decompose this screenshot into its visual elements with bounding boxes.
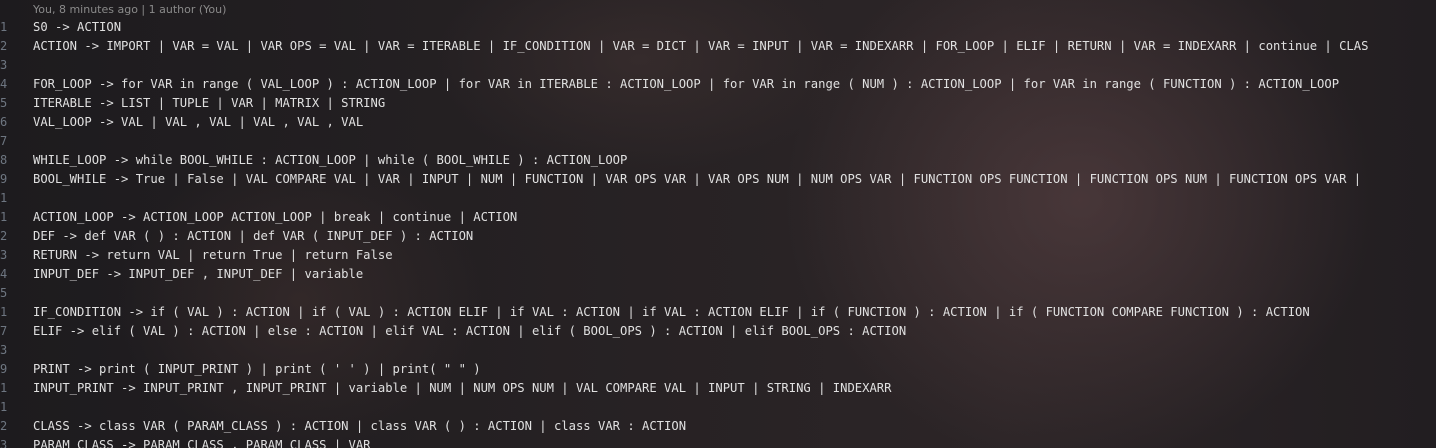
- line-number: 9: [0, 362, 7, 376]
- line-number: 3: [0, 58, 7, 72]
- line-text[interactable]: FOR_LOOP -> for VAR in range ( VAL_LOOP …: [33, 75, 1339, 94]
- code-line[interactable]: 1 INPUT_PRINT -> INPUT_PRINT , INPUT_PRIN…: [0, 379, 1436, 398]
- codelens-blame-annotation[interactable]: You, 8 minutes ago | 1 author (You): [33, 2, 226, 18]
- line-number: 1: [0, 381, 7, 395]
- line-number: 4: [0, 77, 7, 91]
- line-number: 3: [0, 438, 7, 448]
- line-text[interactable]: DEF -> def VAR ( ) : ACTION | def VAR ( …: [33, 227, 473, 246]
- line-number: 1: [0, 400, 7, 414]
- line-text[interactable]: PRINT -> print ( INPUT_PRINT ) | print (…: [33, 360, 481, 379]
- line-number: 2: [0, 419, 7, 433]
- line-text[interactable]: ITERABLE -> LIST | TUPLE | VAR | MATRIX …: [33, 94, 385, 113]
- code-line[interactable]: 7 ELIF -> elif ( VAL ) : ACTION | else : …: [0, 322, 1436, 341]
- code-line[interactable]: 7: [0, 132, 1436, 151]
- code-line[interactable]: 9 BOOL_WHILE -> True | False | VAL COMPAR…: [0, 170, 1436, 189]
- line-text[interactable]: WHILE_LOOP -> while BOOL_WHILE : ACTION_…: [33, 151, 627, 170]
- code-line[interactable]: 4 FOR_LOOP -> for VAR in range ( VAL_LOOP…: [0, 75, 1436, 94]
- line-number: 1: [0, 210, 7, 224]
- code-line[interactable]: 1 S0 -> ACTION: [0, 18, 1436, 37]
- line-text[interactable]: INPUT_PRINT -> INPUT_PRINT , INPUT_PRINT…: [33, 379, 892, 398]
- line-number: 8: [0, 153, 7, 167]
- code-line[interactable]: 3 RETURN -> return VAL | return True | re…: [0, 246, 1436, 265]
- code-line[interactable]: 3: [0, 56, 1436, 75]
- code-line[interactable]: 2 CLASS -> class VAR ( PARAM_CLASS ) : AC…: [0, 417, 1436, 436]
- line-text[interactable]: CLASS -> class VAR ( PARAM_CLASS ) : ACT…: [33, 417, 686, 436]
- line-number: 7: [0, 324, 7, 338]
- code-area[interactable]: 1 S0 -> ACTION 2 ACTION -> IMPORT | VAR = V…: [0, 18, 1436, 448]
- line-number: 3: [0, 343, 7, 357]
- code-line[interactable]: 9 PRINT -> print ( INPUT_PRINT ) | print …: [0, 360, 1436, 379]
- line-number: 5: [0, 286, 7, 300]
- line-number: 5: [0, 96, 7, 110]
- line-text[interactable]: RETURN -> return VAL | return True | ret…: [33, 246, 393, 265]
- line-number: 9: [0, 172, 7, 186]
- line-number: 2: [0, 229, 7, 243]
- line-text[interactable]: INPUT_DEF -> INPUT_DEF , INPUT_DEF | var…: [33, 265, 363, 284]
- line-number: 1: [0, 191, 7, 205]
- code-line[interactable]: 3 PARAM_CLASS -> PARAM_CLASS , PARAM_CLAS…: [0, 436, 1436, 448]
- line-text[interactable]: PARAM_CLASS -> PARAM_CLASS , PARAM_CLASS…: [33, 436, 371, 448]
- line-text[interactable]: ELIF -> elif ( VAL ) : ACTION | else : A…: [33, 322, 906, 341]
- line-text[interactable]: ACTION -> IMPORT | VAR = VAL | VAR OPS =…: [33, 37, 1368, 56]
- code-line[interactable]: 6 VAL_LOOP -> VAL | VAL , VAL | VAL , VAL…: [0, 113, 1436, 132]
- line-number: 6: [0, 115, 7, 129]
- code-line[interactable]: 2 ACTION -> IMPORT | VAR = VAL | VAR OPS …: [0, 37, 1436, 56]
- code-line[interactable]: 8 WHILE_LOOP -> while BOOL_WHILE : ACTION…: [0, 151, 1436, 170]
- line-number: 4: [0, 267, 7, 281]
- line-number: 7: [0, 134, 7, 148]
- line-text[interactable]: S0 -> ACTION: [33, 18, 121, 37]
- line-number: 1: [0, 20, 7, 34]
- code-line[interactable]: 1 IF_CONDITION -> if ( VAL ) : ACTION | i…: [0, 303, 1436, 322]
- code-line[interactable]: 1: [0, 189, 1436, 208]
- code-line[interactable]: 1 ACTION_LOOP -> ACTION_LOOP ACTION_LOOP …: [0, 208, 1436, 227]
- line-text[interactable]: ACTION_LOOP -> ACTION_LOOP ACTION_LOOP |…: [33, 208, 517, 227]
- line-text[interactable]: BOOL_WHILE -> True | False | VAL COMPARE…: [33, 170, 1361, 189]
- code-line[interactable]: 5 ITERABLE -> LIST | TUPLE | VAR | MATRIX…: [0, 94, 1436, 113]
- line-number: 2: [0, 39, 7, 53]
- code-line[interactable]: 2 DEF -> def VAR ( ) : ACTION | def VAR (…: [0, 227, 1436, 246]
- code-line[interactable]: 1: [0, 398, 1436, 417]
- line-text[interactable]: VAL_LOOP -> VAL | VAL , VAL | VAL , VAL …: [33, 113, 363, 132]
- line-number: 3: [0, 248, 7, 262]
- code-line[interactable]: 4 INPUT_DEF -> INPUT_DEF , INPUT_DEF | va…: [0, 265, 1436, 284]
- code-line[interactable]: 3: [0, 341, 1436, 360]
- code-editor[interactable]: You, 8 minutes ago | 1 author (You) 1 S0 …: [0, 0, 1436, 448]
- code-line[interactable]: 5: [0, 284, 1436, 303]
- line-text[interactable]: IF_CONDITION -> if ( VAL ) : ACTION | if…: [33, 303, 1310, 322]
- line-number: 1: [0, 305, 7, 319]
